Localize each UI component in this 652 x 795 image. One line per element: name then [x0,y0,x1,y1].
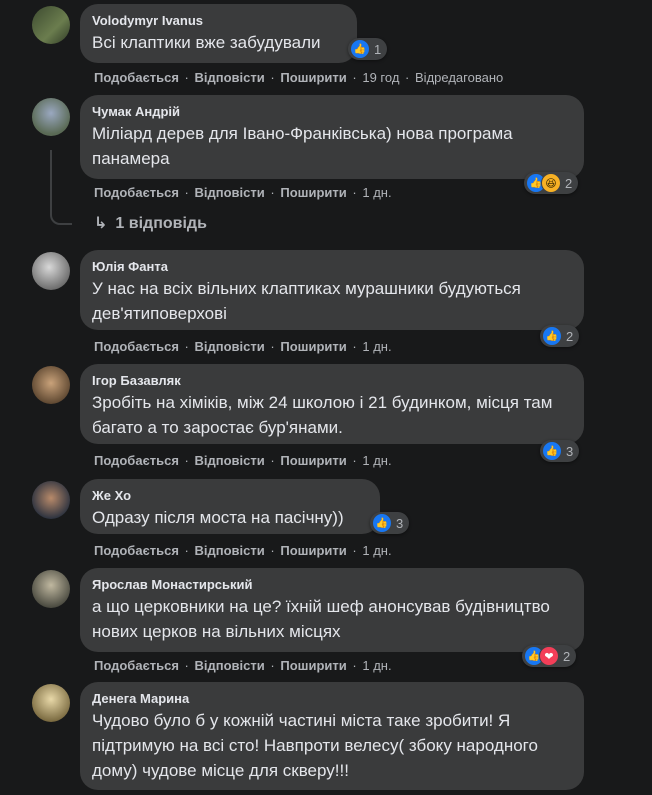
edited-label: Відредаговано [415,70,504,85]
comment-bubble: Денега Марина Чудово було б у кожній час… [80,682,584,790]
avatar[interactable] [32,98,70,136]
comment-actions: Подобається · Відповісти · Поширити · 19… [94,70,504,86]
comment-author[interactable]: Ярослав Монастирський [92,576,572,594]
comment-bubble: Же Хо Одразу після моста на пасічну)) [80,479,380,534]
like-button[interactable]: Подобається [94,70,179,86]
like-reaction-icon: 👍 [372,513,392,533]
comment-actions: Подобається · Відповісти · Поширити · 1 … [94,658,392,674]
reaction-summary[interactable]: 👍 1 [348,38,388,60]
comment-bubble: Чумак Андрій Міліард дерев для Івано-Фра… [80,95,584,179]
love-reaction-icon: ❤ [539,646,559,666]
comment-author[interactable]: Юлія Фанта [92,258,572,276]
comment-timestamp[interactable]: 1 дн. [362,543,391,559]
like-button[interactable]: Подобається [94,339,179,355]
comment-author[interactable]: Денега Марина [92,690,572,708]
reaction-count: 3 [566,443,574,459]
comment-actions: Подобається · Відповісти · Поширити · 1 … [94,543,392,559]
avatar[interactable] [32,366,70,404]
comment-text: Всі клаптики вже забудували [92,33,321,52]
reply-button[interactable]: Відповісти [195,658,265,674]
reaction-count: 2 [565,175,573,191]
comment-author[interactable]: Ігор Базавляк [92,372,572,390]
comment-bubble: Ігор Базавляк Зробіть на хіміків, між 24… [80,364,584,444]
comment-actions: Подобається · Відповісти · Поширити · 1 … [94,185,392,201]
reply-arrow-icon: ↳ [94,215,108,232]
comment-bubble: Юлія Фанта У нас на всіх вільних клаптик… [80,250,584,330]
reaction-summary[interactable]: 👍 3 [370,512,410,534]
reply-button[interactable]: Відповісти [195,185,265,201]
reaction-count: 2 [566,328,574,344]
reaction-count: 2 [563,648,571,664]
like-reaction-icon: 👍 [542,326,562,346]
thread-connector [50,150,72,225]
avatar[interactable] [32,481,70,519]
comment-actions: Подобається · Відповісти · Поширити · 1 … [94,453,392,469]
reply-button[interactable]: Відповісти [195,70,265,86]
comment-text: У нас на всіх вільних клаптиках мурашник… [92,279,521,323]
reaction-summary[interactable]: 👍 3 [540,440,580,462]
like-button[interactable]: Подобається [94,185,179,201]
comment-text: Чудово було б у кожній частині міста так… [92,711,538,780]
avatar[interactable] [32,684,70,722]
comment-text: Міліард дерев для Івано-Франківська) нов… [92,124,513,168]
like-button[interactable]: Подобається [94,658,179,674]
like-reaction-icon: 👍 [350,39,370,59]
reply-button[interactable]: Відповісти [195,543,265,559]
comment-timestamp[interactable]: 1 дн. [362,339,391,355]
comment-bubble: Ярослав Монастирський а що церковники на… [80,568,584,652]
comment-timestamp[interactable]: 1 дн. [362,658,391,674]
share-button[interactable]: Поширити [280,339,346,355]
share-button[interactable]: Поширити [280,543,346,559]
comment-author[interactable]: Же Хо [92,487,368,505]
comment-author[interactable]: Чумак Андрій [92,103,572,121]
like-button[interactable]: Подобається [94,543,179,559]
reaction-count: 3 [396,515,404,531]
share-button[interactable]: Поширити [280,658,346,674]
replies-count-label: 1 відповідь [115,215,207,232]
comment-actions: Подобається · Відповісти · Поширити · 1 … [94,339,392,355]
comment-bubble: Volodymyr Ivanus Всі клаптики вже забуду… [80,4,357,63]
reaction-summary[interactable]: 👍 2 [540,325,580,347]
share-button[interactable]: Поширити [280,185,346,201]
comment-timestamp[interactable]: 19 год [362,70,399,86]
avatar[interactable] [32,252,70,290]
reaction-summary[interactable]: 👍 😆 2 [524,172,579,194]
comment-author[interactable]: Volodymyr Ivanus [92,12,345,30]
avatar[interactable] [32,6,70,44]
reaction-summary[interactable]: 👍 ❤ 2 [522,645,577,667]
avatar[interactable] [32,570,70,608]
reply-button[interactable]: Відповісти [195,453,265,469]
like-button[interactable]: Подобається [94,453,179,469]
comment-timestamp[interactable]: 1 дн. [362,185,391,201]
comment-text: а що церковники на це? їхній шеф анонсув… [92,597,550,641]
reaction-count: 1 [374,41,382,57]
share-button[interactable]: Поширити [280,70,346,86]
reply-button[interactable]: Відповісти [195,339,265,355]
comment-text: Зробіть на хіміків, між 24 школою і 21 б… [92,393,553,437]
view-replies-link[interactable]: ↳ 1 відповідь [94,213,207,233]
share-button[interactable]: Поширити [280,453,346,469]
haha-reaction-icon: 😆 [541,173,561,193]
comment-timestamp[interactable]: 1 дн. [362,453,391,469]
like-reaction-icon: 👍 [542,441,562,461]
comment-text: Одразу після моста на пасічну)) [92,508,344,527]
